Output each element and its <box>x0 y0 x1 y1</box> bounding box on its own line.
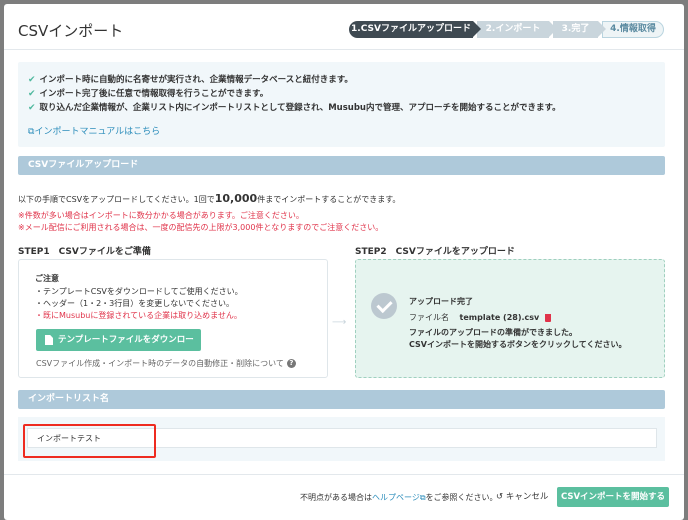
step2-upload-box[interactable]: アップロード完了 ファイル名 template (28).csv ファイルのアッ… <box>355 259 665 378</box>
csv-import-modal: CSVインポート 1.CSVファイルアップロード 2.インポート 3.完了 4.… <box>4 4 684 520</box>
help-notice: 不明点がある場合はヘルプページ⧉をご参照ください。 <box>300 493 498 502</box>
step-progress: 1.CSVファイルアップロード 2.インポート 3.完了 4.情報取得 <box>349 21 668 38</box>
question-icon[interactable]: ? <box>286 359 296 368</box>
auto-correction-help[interactable]: CSVファイル作成・インポート時のデータの自動修正・削除について? <box>36 358 296 369</box>
step1-title: STEP1 CSVファイルをご準備 <box>18 247 151 257</box>
start-import-button[interactable]: CSVインポートを開始する <box>557 487 669 507</box>
modal-header: CSVインポート 1.CSVファイルアップロード 2.インポート 3.完了 4.… <box>4 4 684 50</box>
import-list-section-header: インポートリスト名 <box>18 390 665 409</box>
check-icon: ✔ <box>28 89 36 99</box>
download-template-button[interactable]: テンプレートファイルをダウンロード <box>36 329 201 367</box>
undo-icon: ↺ <box>496 492 504 502</box>
ready-message: ファイルのアップロードの準備ができました。 <box>409 328 577 337</box>
step2-title: STEP2 CSVファイルをアップロード <box>355 247 515 257</box>
note-line: ・ヘッダー（1・2・3行目）を変更しないでください。 <box>35 299 235 308</box>
arrow-right-icon: ⟶ <box>332 317 347 328</box>
check-icon: ✔ <box>28 75 36 85</box>
file-name-row: ファイル名 template (28).csv <box>409 312 552 323</box>
note-line-warning: ・既にMusubuに登録されている企業は取り込めません。 <box>35 311 242 320</box>
info-line: ✔ 取り込んだ企業情報が、企業リスト内にインポートリストとして登録され、Musub… <box>28 103 561 113</box>
warning-email-limit: ※メール配信にご利用される場合は、一度の配信先の上限が3,000件となりますので… <box>18 223 384 232</box>
trash-icon[interactable] <box>545 313 552 322</box>
step-4-info-fetch: 4.情報取得 <box>602 21 664 38</box>
check-icon: ✔ <box>28 103 36 113</box>
step-3-complete: 3.完了 <box>553 21 606 38</box>
info-line: ✔ インポート時に自動的に名寄せが実行され、企業情報データベースと紐付きます。 <box>28 75 353 85</box>
note-line: ・テンプレートCSVをダウンロードしてご使用ください。 <box>35 287 243 296</box>
modal-title: CSVインポート <box>18 22 124 40</box>
click-start-message: CSVインポートを開始するボタンをクリックしてください。 <box>409 340 627 349</box>
file-name: template (28).csv <box>459 313 540 322</box>
upload-section-header: CSVファイルアップロード <box>18 156 665 175</box>
check-circle-icon <box>371 293 397 319</box>
step-2-import: 2.インポート <box>477 21 557 38</box>
help-page-link[interactable]: ヘルプページ⧉ <box>372 493 426 502</box>
modal-footer: 不明点がある場合はヘルプページ⧉をご参照ください。 ↺ キャンセル CSVインポ… <box>4 474 684 520</box>
cancel-button[interactable]: ↺ キャンセル <box>496 490 548 502</box>
row-limit: 10,000 <box>214 192 258 205</box>
document-icon <box>45 335 53 345</box>
step1-box: ご注意 ・テンプレートCSVをダウンロードしてご使用ください。 ・ヘッダー（1・… <box>18 259 328 378</box>
upload-status: アップロード完了 <box>409 297 473 306</box>
upload-instruction: 以下の手順でCSVをアップロードしてください。1回で10,000件までインポート… <box>18 192 401 205</box>
highlight-box <box>23 424 156 458</box>
step-1-upload: 1.CSVファイルアップロード <box>349 21 481 38</box>
info-panel: ✔ インポート時に自動的に名寄せが実行され、企業情報データベースと紐付きます。 ✔… <box>18 62 665 147</box>
warning-duration: ※件数が多い場合はインポートに数分かかる場合があります。ご注意ください。 <box>18 211 304 220</box>
note-title: ご注意 <box>35 274 59 283</box>
import-manual-link[interactable]: ⧉インポートマニュアルはこちら <box>28 124 160 137</box>
info-line: ✔ インポート完了後に任意で情報取得を行うことができます。 <box>28 89 269 99</box>
